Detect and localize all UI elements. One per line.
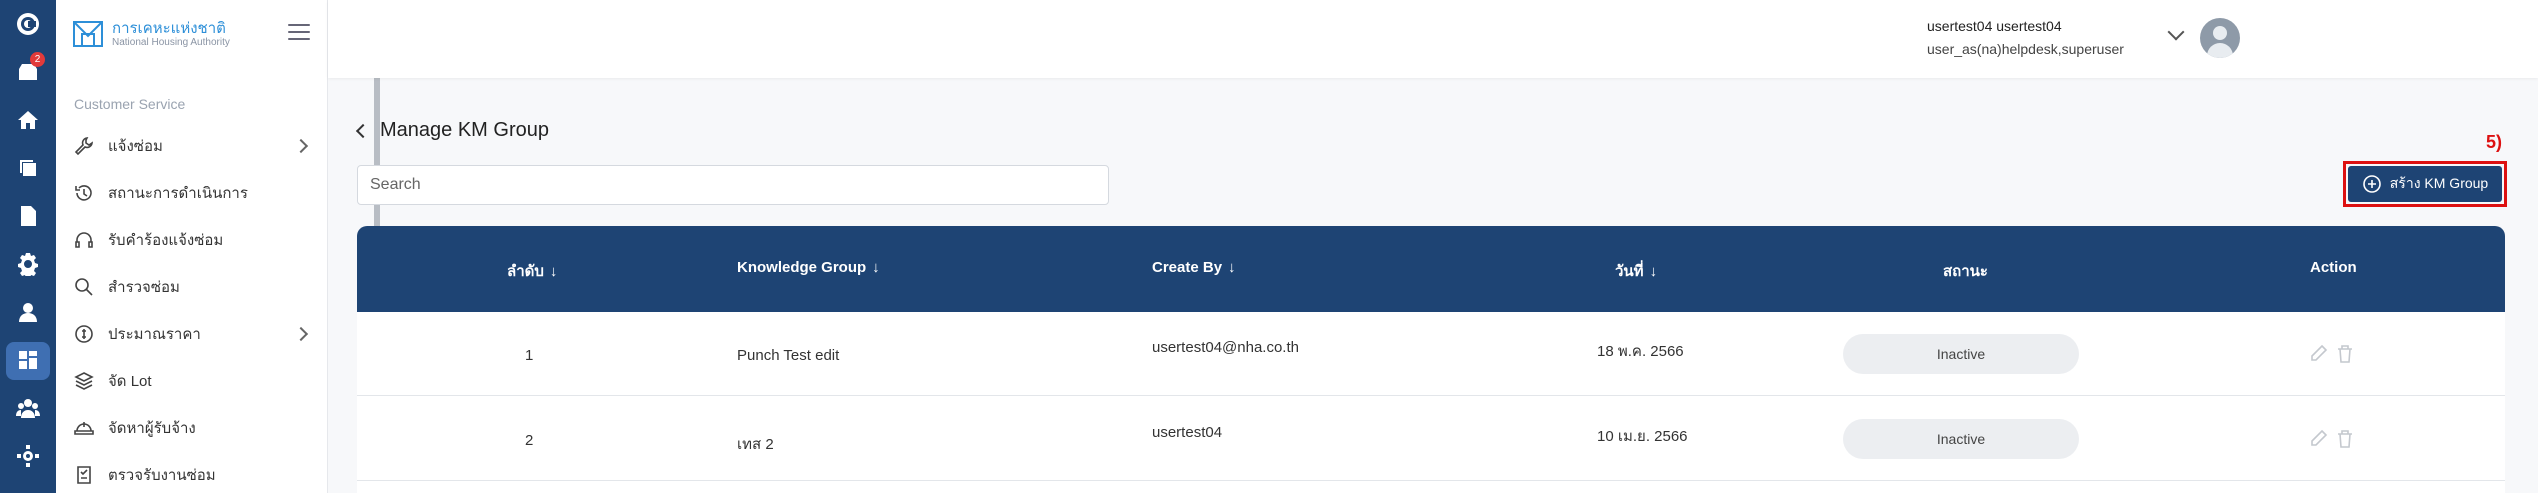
avatar[interactable]: [2200, 18, 2240, 58]
inbox-icon[interactable]: 2: [0, 52, 56, 92]
header-status: สถานะ: [1943, 263, 1988, 280]
cell-index: 2: [525, 432, 534, 449]
headset-icon: [74, 230, 94, 250]
km-group-table: ลำดับ ↓ Knowledge Group ↓ Create By ↓ วันที…: [357, 226, 2505, 493]
nha-logo-icon: [73, 21, 103, 47]
nha-logo[interactable]: การเคหะแห่งชาติ National Housing Authori…: [72, 18, 230, 50]
layers-icon: [74, 371, 94, 391]
cell-create-by: usertest04@nha.co.th: [1152, 339, 1299, 356]
sidebar-item-label: ประมาณราคา: [108, 326, 201, 343]
sidebar-item-status[interactable]: สถานะการดำเนินการ: [74, 178, 314, 208]
header-index[interactable]: ลำดับ ↓: [507, 259, 557, 283]
search-icon: [74, 277, 94, 297]
sidebar: การเคหะแห่งชาติ National Housing Authori…: [56, 0, 380, 493]
sidebar-item-inspection[interactable]: ตรวจรับงานซ่อม: [74, 460, 314, 490]
table-row[interactable]: 1 Punch Test edit usertest04@nha.co.th 1…: [357, 312, 2505, 396]
back-arrow-icon[interactable]: [355, 123, 371, 139]
table-header: ลำดับ ↓ Knowledge Group ↓ Create By ↓ วันที…: [357, 226, 2505, 312]
header-create-by[interactable]: Create By ↓: [1152, 259, 1236, 276]
cell-index: 1: [525, 347, 534, 364]
checklist-icon: [74, 465, 94, 485]
sort-arrow-icon: ↓: [1649, 263, 1658, 280]
cell-date: 10 เม.ย. 2566: [1597, 428, 1688, 445]
sidebar-item-label: ตรวจรับงานซ่อม: [108, 467, 216, 484]
chevron-right-icon: [293, 326, 309, 342]
wrench-icon: [74, 136, 94, 156]
edit-pencil-icon[interactable]: [2310, 344, 2328, 364]
hamburger-menu-icon[interactable]: [288, 24, 310, 42]
document-icon[interactable]: [0, 196, 56, 236]
sidebar-item-lot[interactable]: จัด Lot: [74, 366, 314, 396]
status-badge: Inactive: [1843, 334, 2079, 374]
header-knowledge-group[interactable]: Knowledge Group ↓: [737, 259, 880, 276]
create-km-group-button[interactable]: สร้าง KM Group: [2348, 166, 2502, 202]
delete-trash-icon[interactable]: [2336, 429, 2354, 449]
delete-trash-icon[interactable]: [2336, 344, 2354, 364]
sidebar-item-label: สถานะการดำเนินการ: [108, 185, 248, 202]
inbox-badge: 2: [30, 52, 45, 67]
user-icon[interactable]: [0, 292, 56, 332]
header-date[interactable]: วันที่ ↓: [1615, 259, 1657, 283]
step-annotation: 5): [2486, 132, 2503, 152]
coin-icon: [74, 324, 94, 344]
sidebar-item-repair-request[interactable]: แจ้งซ่อม: [74, 131, 314, 161]
sidebar-item-label: รับคำร้องแจ้งซ่อม: [108, 232, 224, 249]
user-role: user_as(na)helpdesk,superuser: [1927, 41, 2124, 57]
edit-pencil-icon[interactable]: [2310, 429, 2328, 449]
sort-arrow-icon: ↓: [872, 259, 880, 276]
copy-icon[interactable]: [0, 148, 56, 188]
helmet-icon: [74, 418, 94, 438]
top-bar: [328, 0, 2538, 78]
logo-thai-name: การเคหะแห่งชาติ: [112, 19, 226, 37]
sidebar-item-receive-request[interactable]: รับคำร้องแจ้งซ่อม: [74, 225, 314, 255]
sidebar-item-label: จัดหาผู้รับจ้าง: [108, 420, 196, 437]
logo-english-name: National Housing Authority: [112, 36, 230, 48]
create-button-label: สร้าง KM Group: [2389, 175, 2489, 191]
dashboard-icon[interactable]: [0, 340, 56, 380]
home-icon[interactable]: [0, 100, 56, 140]
team-icon[interactable]: [0, 388, 56, 428]
settings-cog-icon[interactable]: [0, 436, 56, 476]
table-row[interactable]: 2 เทส 2 usertest04 10 เม.ย. 2566 Inactiv…: [357, 397, 2505, 481]
sidebar-item-label: จัด Lot: [108, 373, 152, 390]
cell-knowledge-group: เทส 2: [737, 436, 774, 453]
icon-rail: 2: [0, 0, 56, 493]
cell-date: 18 พ.ค. 2566: [1597, 343, 1684, 360]
search-input[interactable]: [357, 165, 1109, 205]
sidebar-item-label: สำรวจซ่อม: [108, 279, 180, 296]
sort-arrow-icon: ↓: [549, 263, 558, 280]
sort-arrow-icon: ↓: [1228, 259, 1236, 276]
header-action: Action: [2310, 259, 2357, 276]
user-name: usertest04 usertest04: [1927, 18, 2062, 34]
page-title: Manage KM Group: [380, 119, 549, 141]
settings-gear-icon[interactable]: [0, 244, 56, 284]
chevron-right-icon: [293, 138, 309, 154]
cell-knowledge-group: Punch Test edit: [737, 347, 840, 364]
cell-create-by: usertest04: [1152, 424, 1223, 441]
plus-circle-icon: [2362, 175, 2381, 193]
sidebar-item-survey[interactable]: สำรวจซ่อม: [74, 272, 314, 302]
section-title: Customer Service: [74, 96, 186, 112]
status-badge: Inactive: [1843, 419, 2079, 459]
app-logo-icon[interactable]: [0, 4, 56, 44]
sidebar-item-label: แจ้งซ่อม: [108, 138, 163, 155]
sidebar-item-contractor[interactable]: จัดหาผู้รับจ้าง: [74, 413, 314, 443]
history-icon: [74, 183, 94, 203]
sidebar-item-estimate[interactable]: ประมาณราคา: [74, 319, 314, 349]
